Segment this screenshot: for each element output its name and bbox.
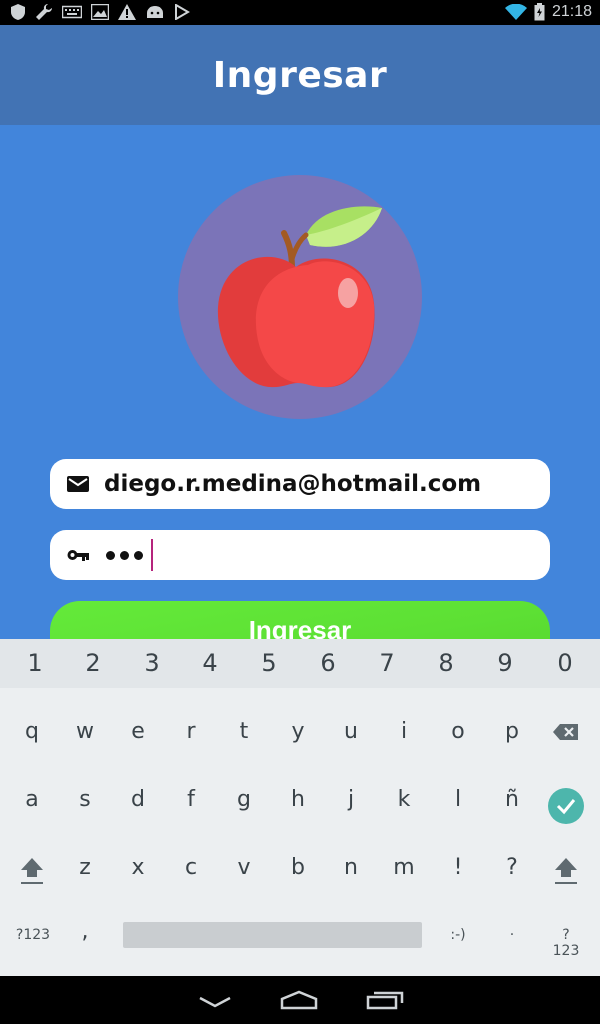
done-check-icon[interactable] <box>548 788 584 824</box>
keyboard-icon <box>62 5 82 19</box>
notification-icons <box>10 3 190 21</box>
key-n-tilde[interactable]: ñ <box>505 787 519 812</box>
password-dot <box>106 550 115 560</box>
app-header: Ingresar <box>0 25 600 125</box>
email-value: diego.r.medina@hotmail.com <box>104 471 482 497</box>
recents-icon[interactable] <box>366 990 404 1010</box>
shield-icon <box>11 4 25 20</box>
text-cursor <box>151 539 153 571</box>
key-h[interactable]: h <box>291 787 305 812</box>
mail-icon <box>67 476 89 492</box>
password-dot <box>120 550 129 560</box>
key-0[interactable]: 0 <box>557 649 572 677</box>
system-icons: 21:18 <box>504 2 592 22</box>
key-2[interactable]: 2 <box>85 649 100 677</box>
key-a[interactable]: a <box>25 787 38 812</box>
key-comma[interactable]: , <box>82 919 89 944</box>
battery-icon <box>534 3 545 21</box>
key-y[interactable]: y <box>291 719 304 744</box>
symbols-key[interactable]: ?123 <box>16 927 50 943</box>
key-7[interactable]: 7 <box>379 649 394 677</box>
space-bar[interactable] <box>123 922 422 948</box>
key-r[interactable]: r <box>186 719 195 744</box>
key-i[interactable]: i <box>401 719 407 744</box>
key-period[interactable]: · <box>510 927 514 943</box>
wifi-icon <box>504 4 527 20</box>
key-s[interactable]: s <box>79 787 90 812</box>
key-d[interactable]: d <box>131 787 145 812</box>
key-icon <box>67 550 89 561</box>
key-o[interactable]: o <box>451 719 464 744</box>
key-5[interactable]: 5 <box>261 649 276 677</box>
key-4[interactable]: 4 <box>202 649 217 677</box>
key-p[interactable]: p <box>505 719 519 744</box>
shift-icon[interactable] <box>20 857 44 885</box>
navigation-bar <box>0 976 600 1024</box>
key-q[interactable]: q <box>25 719 39 744</box>
key-g[interactable]: g <box>237 787 251 812</box>
key-f[interactable]: f <box>187 787 195 812</box>
key-exclamation[interactable]: ! <box>454 855 463 880</box>
apple-icon <box>178 175 422 419</box>
key-9[interactable]: 9 <box>497 649 512 677</box>
key-c[interactable]: c <box>185 855 197 880</box>
key-b[interactable]: b <box>291 855 305 880</box>
key-m[interactable]: m <box>393 855 414 880</box>
login-button-label: Ingresar <box>248 615 352 639</box>
android-icon <box>147 6 163 18</box>
symbols-key-right[interactable]: ?123 <box>549 927 583 959</box>
email-field[interactable]: diego.r.medina@hotmail.com <box>50 459 550 509</box>
wrench-icon <box>36 3 53 20</box>
key-t[interactable]: t <box>240 719 249 744</box>
key-l[interactable]: l <box>455 787 461 812</box>
login-button[interactable]: Ingresar <box>50 601 550 639</box>
key-j[interactable]: j <box>348 787 354 812</box>
password-mask <box>106 539 153 571</box>
key-x[interactable]: x <box>131 855 144 880</box>
key-6[interactable]: 6 <box>320 649 335 677</box>
key-u[interactable]: u <box>344 719 358 744</box>
image-icon <box>91 4 109 20</box>
key-z[interactable]: z <box>79 855 91 880</box>
key-k[interactable]: k <box>398 787 411 812</box>
backspace-icon[interactable] <box>553 723 579 741</box>
key-3[interactable]: 3 <box>144 649 159 677</box>
login-screen: Ingresar diego.r.medina@hotmail.com Ingr… <box>0 25 600 639</box>
key-e[interactable]: e <box>131 719 145 744</box>
password-dot <box>134 550 143 560</box>
password-field[interactable] <box>50 530 550 580</box>
warning-icon <box>118 4 136 20</box>
key-question[interactable]: ? <box>506 855 518 880</box>
smiley-key[interactable]: :-) <box>450 927 465 943</box>
key-1[interactable]: 1 <box>27 649 42 677</box>
key-w[interactable]: w <box>76 719 94 744</box>
home-icon[interactable] <box>280 990 318 1010</box>
key-n[interactable]: n <box>344 855 358 880</box>
page-title: Ingresar <box>212 54 388 96</box>
key-8[interactable]: 8 <box>438 649 453 677</box>
status-bar: 21:18 <box>0 0 600 25</box>
soft-keyboard: 1 2 3 4 5 6 7 8 9 0 q w e r t y u i o p … <box>0 639 600 976</box>
back-icon[interactable] <box>198 996 232 1008</box>
key-v[interactable]: v <box>237 855 250 880</box>
clock: 21:18 <box>551 3 592 20</box>
shift-icon[interactable] <box>554 857 578 885</box>
play-store-icon <box>175 4 190 20</box>
